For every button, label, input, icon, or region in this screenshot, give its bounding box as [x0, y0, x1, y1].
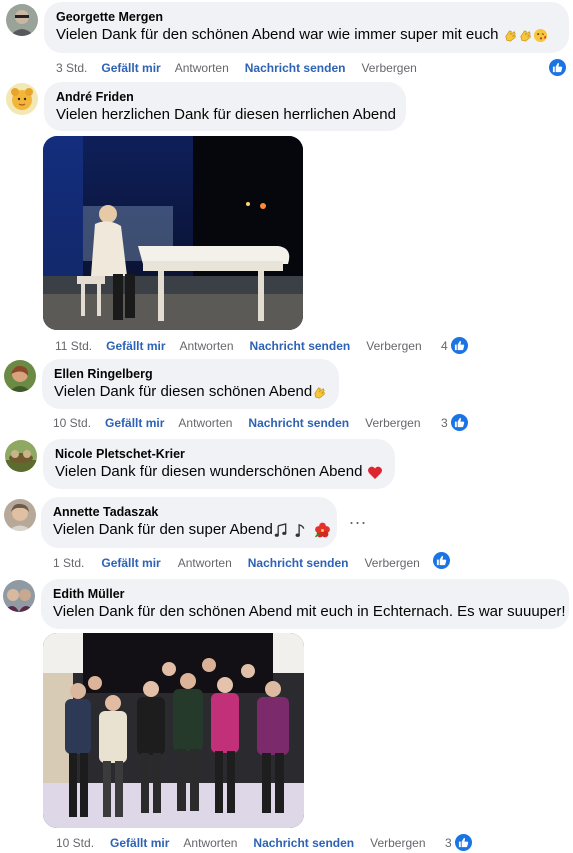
avatar[interactable] — [4, 499, 36, 531]
group-photo-image — [43, 633, 304, 828]
reaction-count-value: 3 — [445, 835, 452, 850]
reply-button[interactable]: Antworten — [175, 61, 229, 75]
send-message-button[interactable]: Nachricht senden — [245, 61, 346, 75]
send-message-button[interactable]: Nachricht senden — [248, 416, 349, 430]
thumbs-up-icon — [449, 413, 469, 432]
red-heart-icon — [367, 466, 382, 479]
reaction-count[interactable] — [548, 58, 567, 77]
reaction-count[interactable]: 4 — [441, 336, 469, 355]
comment-bubble: Edith Müller Vielen Dank für den schönen… — [41, 579, 569, 629]
like-button[interactable]: Gefällt mir — [101, 61, 160, 75]
comment-text-body: Vielen Dank für den super Abend — [53, 521, 273, 538]
hide-button[interactable]: Verbergen — [370, 836, 425, 850]
comment-author[interactable]: Ellen Ringelberg — [54, 367, 327, 382]
kissing-face-icon — [533, 28, 547, 42]
thumbs-up-icon — [548, 58, 567, 77]
comment-text: Vielen Dank für den schönen Abend mit eu… — [53, 603, 566, 620]
reply-button[interactable]: Antworten — [183, 836, 237, 850]
thumbs-up-icon — [432, 551, 451, 570]
clapping-hands-icon — [314, 386, 325, 399]
like-button[interactable]: Gefällt mir — [106, 339, 165, 353]
comment-timestamp[interactable]: 1 Std. — [53, 556, 84, 570]
send-message-button[interactable]: Nachricht senden — [250, 339, 351, 353]
avatar[interactable] — [3, 580, 35, 612]
comment-timestamp[interactable]: 11 Std. — [55, 339, 92, 353]
reaction-count[interactable]: 3 — [441, 413, 469, 432]
avatar[interactable] — [4, 360, 36, 392]
clapping-hands-icon — [505, 29, 516, 42]
more-options-button[interactable]: ... — [349, 508, 367, 529]
send-message-button[interactable]: Nachricht senden — [253, 836, 354, 850]
hide-button[interactable]: Verbergen — [366, 339, 421, 353]
attached-photo[interactable] — [43, 633, 304, 828]
comment-bubble: Georgette Mergen Vielen Dank für den sch… — [44, 2, 569, 53]
reply-button[interactable]: Antworten — [178, 416, 232, 430]
comment-bubble: Annette Tadaszak Vielen Dank für den sup… — [41, 497, 337, 548]
comment-bubble: André Friden Vielen herzlichen Dank für … — [44, 82, 406, 131]
comment-text-body: Vielen Dank für diesen schönen Abend — [54, 383, 313, 400]
comment-actions: 11 Std. Gefällt mir Antworten Nachricht … — [55, 339, 422, 353]
thumbs-up-icon — [453, 833, 473, 852]
like-button[interactable]: Gefällt mir — [110, 836, 169, 850]
comment-bubble: Ellen Ringelberg Vielen Dank für diesen … — [42, 359, 339, 409]
comment-actions: 10 Std. Gefällt mir Antworten Nachricht … — [56, 836, 426, 850]
comment-timestamp[interactable]: 3 Std. — [56, 61, 87, 75]
clapping-hands-icon — [520, 29, 531, 42]
pianist-on-stage-image — [43, 136, 303, 330]
thumbs-up-icon — [449, 336, 469, 355]
comment-author[interactable]: Nicole Pletschet-Krier — [55, 447, 383, 462]
avatar[interactable] — [5, 440, 37, 472]
reply-button[interactable]: Antworten — [178, 556, 232, 570]
comment-actions: 1 Std. Gefällt mir Antworten Nachricht s… — [53, 556, 420, 570]
comment-actions: 3 Std. Gefällt mir Antworten Nachricht s… — [56, 61, 417, 75]
comment-text: Vielen Dank für den super Abend — [53, 520, 330, 540]
reply-button[interactable]: Antworten — [180, 339, 234, 353]
musical-note-icon — [295, 523, 305, 537]
hibiscus-icon — [314, 522, 330, 538]
comment-text: Vielen herzlichen Dank für diesen herrli… — [56, 106, 396, 123]
hide-button[interactable]: Verbergen — [364, 556, 419, 570]
reaction-count-value: 3 — [441, 415, 448, 430]
attached-photo[interactable] — [43, 136, 303, 330]
musical-notes-icon — [274, 522, 287, 537]
hide-button[interactable]: Verbergen — [365, 416, 420, 430]
comment-text: Vielen Dank für diesen wunderschönen Abe… — [55, 462, 383, 482]
comment-timestamp[interactable]: 10 Std. — [56, 836, 94, 850]
like-button[interactable]: Gefällt mir — [105, 416, 164, 430]
reaction-count[interactable]: 3 — [445, 833, 473, 852]
comment-bubble: Nicole Pletschet-Krier Vielen Dank für d… — [43, 439, 395, 489]
comment-author[interactable]: André Friden — [56, 90, 394, 105]
like-button[interactable]: Gefällt mir — [101, 556, 160, 570]
comment-author[interactable]: Annette Tadaszak — [53, 505, 325, 520]
comment-author[interactable]: Edith Müller — [53, 587, 557, 602]
comment-author[interactable]: Georgette Mergen — [56, 10, 557, 25]
send-message-button[interactable]: Nachricht senden — [248, 556, 349, 570]
comment-timestamp[interactable]: 10 Std. — [53, 416, 91, 430]
avatar[interactable] — [6, 83, 38, 115]
comment-text: Vielen Dank für diesen schönen Abend — [54, 382, 327, 402]
reaction-count-value: 4 — [441, 338, 448, 353]
avatar[interactable] — [6, 4, 38, 36]
comment-text-body: Vielen Dank für den schönen Abend war wi… — [56, 26, 499, 43]
comment-text: Vielen Dank für den schönen Abend war wi… — [56, 25, 557, 45]
comment-actions: 10 Std. Gefällt mir Antworten Nachricht … — [53, 416, 421, 430]
reaction-count[interactable] — [432, 551, 451, 570]
hide-button[interactable]: Verbergen — [361, 61, 416, 75]
comment-text-body: Vielen Dank für diesen wunderschönen Abe… — [55, 463, 363, 480]
